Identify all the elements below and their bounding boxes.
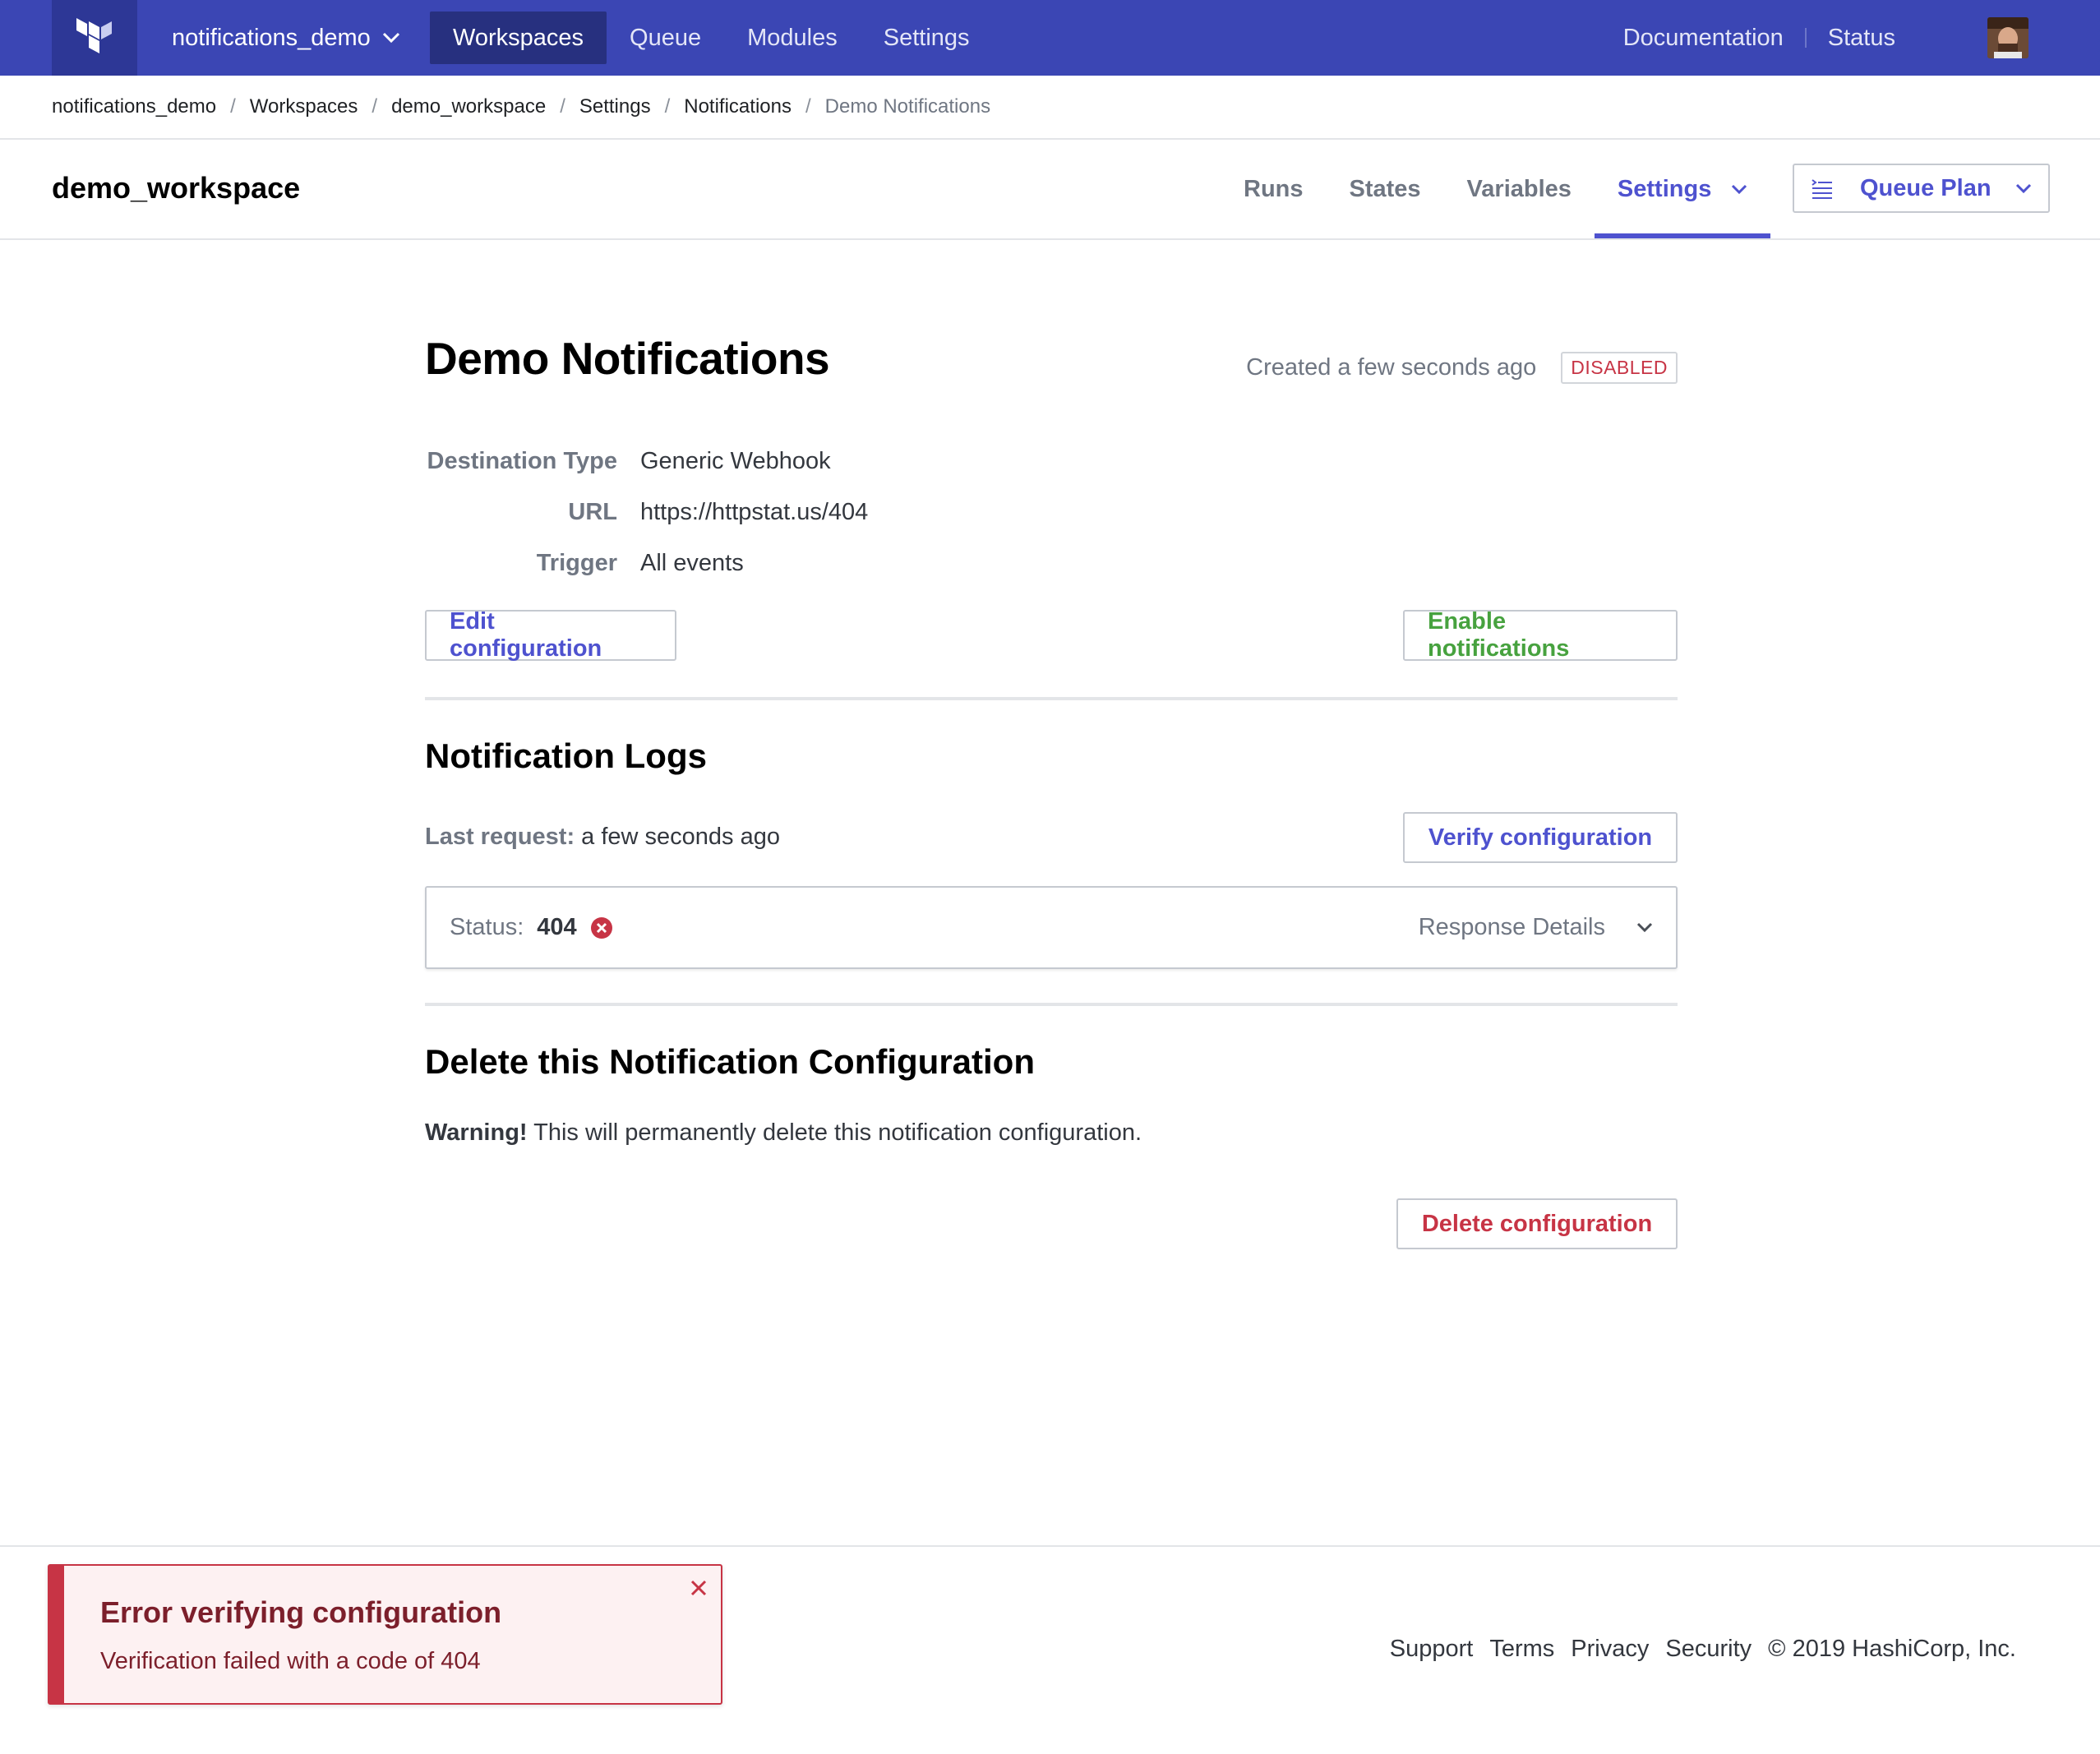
breadcrumb-separator: / (664, 95, 671, 118)
tab-label: Variables (1466, 175, 1572, 202)
log-entry: Status: 404 Response Details (425, 886, 1678, 969)
footer: Support Terms Privacy Security © 2019 Ha… (1390, 1636, 2016, 1663)
breadcrumb-separator: / (230, 95, 236, 118)
delete-warning: Warning! This will permanently delete th… (425, 1119, 1142, 1147)
page-title: Demo Notifications (425, 333, 830, 384)
edit-configuration-button[interactable]: Edit configuration (425, 608, 676, 662)
nav-workspaces[interactable]: Workspaces (430, 12, 607, 64)
section-divider (425, 1003, 1678, 1006)
breadcrumb-current: Demo Notifications (824, 95, 991, 118)
breadcrumb-separator: / (805, 95, 811, 118)
chevron-down-icon (1636, 922, 1653, 933)
terraform-logo-icon (76, 18, 112, 53)
verify-configuration-button[interactable]: Verify configuration (1403, 812, 1678, 863)
status-badge: DISABLED (1561, 352, 1678, 384)
home-logo-link[interactable] (52, 0, 137, 76)
terminal-list-icon (1812, 179, 1832, 199)
status-label: Status: (450, 914, 524, 940)
detail-label: URL (568, 498, 617, 525)
tab-settings[interactable]: Settings (1594, 140, 1771, 238)
close-icon[interactable] (686, 1576, 711, 1600)
section-divider (425, 697, 1678, 700)
org-switcher[interactable]: notifications_demo (172, 0, 400, 76)
footer-terms-link[interactable]: Terms (1489, 1636, 1554, 1663)
nav-right: Documentation Status (1623, 0, 2100, 76)
delete-configuration-button[interactable]: Delete configuration (1396, 1198, 1678, 1249)
created-time: Created a few seconds ago (1246, 354, 1537, 381)
top-nav: notifications_demo Workspaces Queue Modu… (0, 0, 2100, 76)
breadcrumb-workspaces[interactable]: Workspaces (250, 95, 358, 118)
status-code: 404 (537, 914, 577, 940)
notification-meta: Created a few seconds ago DISABLED (1246, 352, 1678, 384)
divider (0, 238, 2100, 240)
warning-label: Warning! (425, 1119, 528, 1146)
divider (0, 138, 2100, 140)
tab-label: Runs (1244, 175, 1304, 202)
toast-title: Error verifying configuration (100, 1595, 502, 1629)
nav-queue[interactable]: Queue (607, 12, 724, 64)
footer-privacy-link[interactable]: Privacy (1571, 1636, 1649, 1663)
workspace-title: demo_workspace (52, 171, 301, 205)
detail-row: Destination Type Generic Webhook (425, 436, 868, 487)
detail-row: URL https://httpstat.us/404 (425, 487, 868, 538)
user-avatar[interactable] (1987, 17, 2028, 58)
breadcrumb-org[interactable]: notifications_demo (52, 95, 216, 118)
response-details-label: Response Details (1418, 914, 1605, 940)
nav-divider (1804, 28, 1807, 48)
detail-label: Destination Type (427, 447, 618, 474)
status-link[interactable]: Status (1828, 25, 1895, 52)
tab-states[interactable]: States (1327, 140, 1444, 238)
last-request: Last request: a few seconds ago (425, 824, 780, 851)
enable-notifications-button[interactable]: Enable notifications (1403, 608, 1678, 662)
warning-text: This will permanently delete this notifi… (533, 1119, 1142, 1146)
chevron-down-icon[interactable] (2015, 183, 2032, 194)
tab-variables[interactable]: Variables (1444, 140, 1595, 238)
last-request-label: Last request: (425, 824, 575, 850)
queue-plan-label: Queue Plan (1860, 174, 1992, 201)
detail-label: Trigger (536, 549, 617, 576)
tab-runs[interactable]: Runs (1221, 140, 1327, 238)
logs-title: Notification Logs (425, 736, 707, 775)
avatar-image (1987, 17, 2028, 58)
chevron-down-icon (1732, 184, 1747, 194)
error-toast: Error verifying configuration Verificati… (48, 1564, 722, 1705)
tab-label: States (1349, 175, 1421, 202)
last-request-value: a few seconds ago (581, 824, 780, 850)
documentation-link[interactable]: Documentation (1623, 25, 1784, 52)
org-name: notifications_demo (172, 24, 371, 51)
footer-copyright: © 2019 HashiCorp, Inc. (1768, 1636, 2016, 1662)
delete-title: Delete this Notification Configuration (425, 1042, 1035, 1081)
main-nav: Workspaces Queue Modules Settings (430, 12, 993, 64)
breadcrumb-notifications[interactable]: Notifications (684, 95, 792, 118)
tab-label: Settings (1617, 175, 1712, 202)
nav-modules[interactable]: Modules (724, 12, 861, 64)
footer-security-link[interactable]: Security (1665, 1636, 1752, 1663)
breadcrumb: notifications_demo / Workspaces / demo_w… (52, 76, 990, 138)
toast-message: Verification failed with a code of 404 (100, 1648, 481, 1674)
nav-settings[interactable]: Settings (861, 12, 993, 64)
notification-details: Destination Type Generic Webhook URL htt… (425, 436, 869, 589)
response-details-toggle[interactable]: Response Details (1419, 914, 1653, 941)
breadcrumb-separator: / (560, 95, 565, 118)
footer-support-link[interactable]: Support (1390, 1636, 1474, 1663)
queue-plan-button[interactable]: Queue Plan (1793, 164, 2050, 213)
breadcrumb-settings[interactable]: Settings (579, 95, 651, 118)
detail-value: All events (640, 549, 744, 576)
detail-value: Generic Webhook (640, 447, 831, 474)
breadcrumb-separator: / (372, 95, 378, 118)
detail-row: Trigger All events (425, 538, 868, 589)
chevron-down-icon (382, 32, 399, 44)
workspace-tabs: Runs States Variables Settings (1221, 140, 1771, 238)
error-circle-icon (590, 916, 613, 939)
breadcrumb-workspace[interactable]: demo_workspace (391, 95, 546, 118)
footer-divider (0, 1545, 2100, 1547)
detail-value: https://httpstat.us/404 (640, 498, 869, 525)
